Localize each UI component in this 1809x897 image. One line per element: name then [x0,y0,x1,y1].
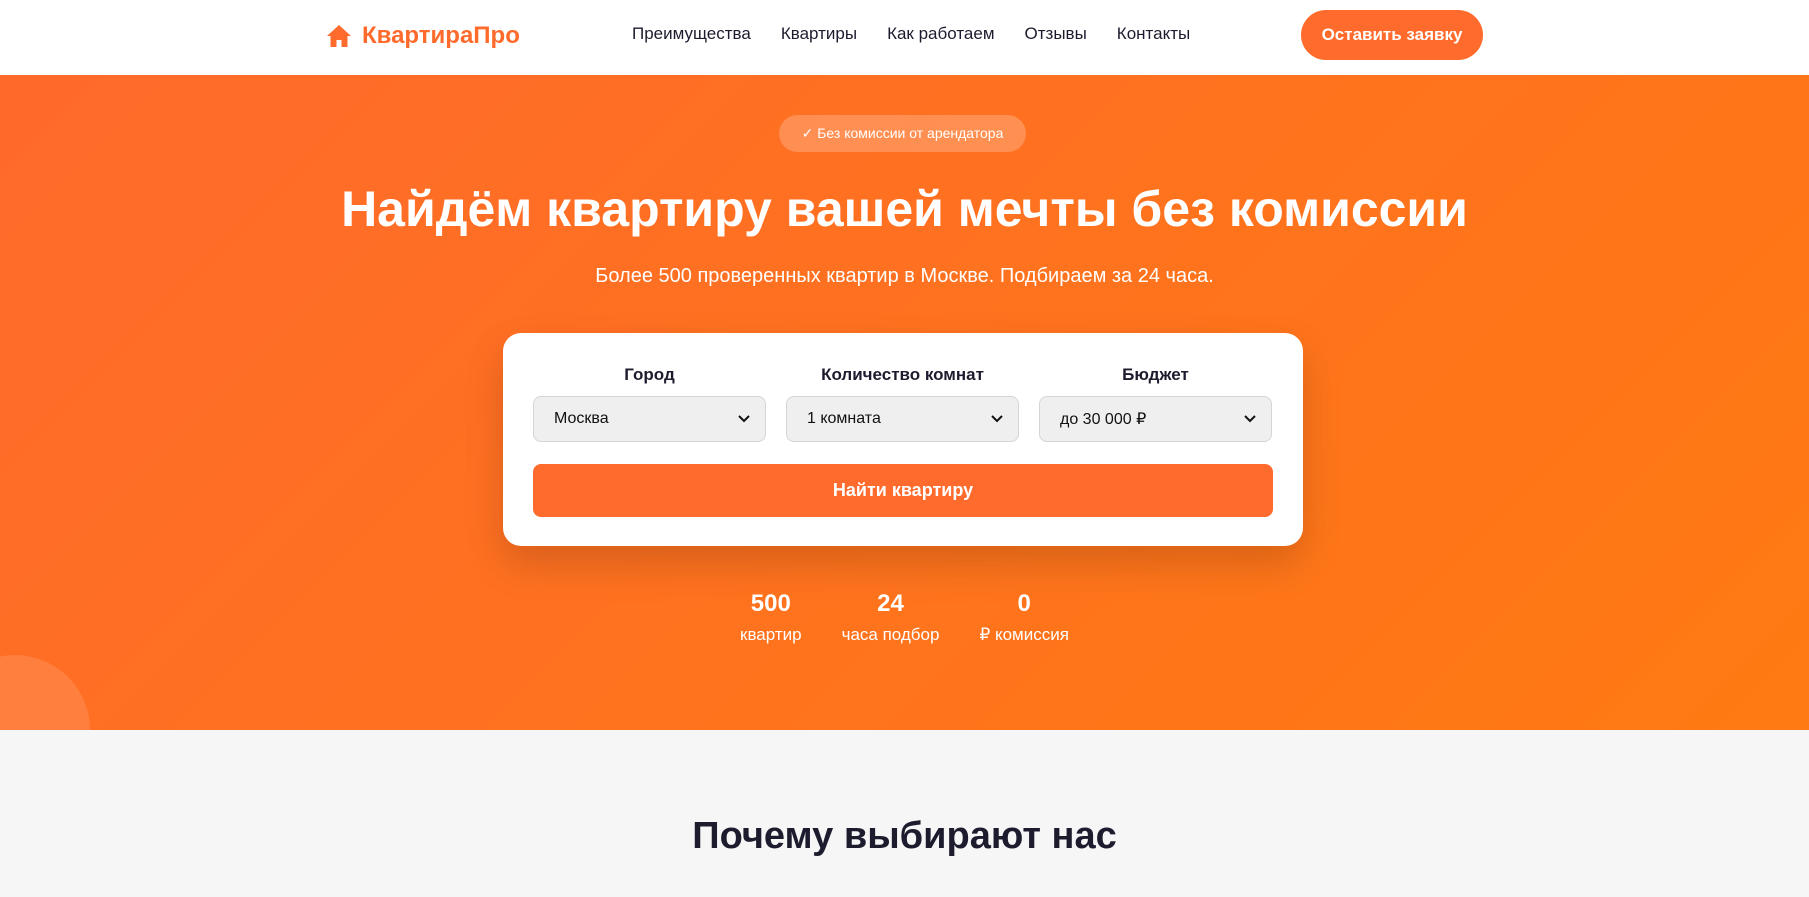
decorative-circle [0,655,90,730]
stats-row: 500 квартир 24 часа подбор 0 ₽ комиссия [0,590,1809,645]
budget-label: Бюджет [1122,365,1189,384]
find-apartment-button[interactable]: Найти квартиру [533,464,1273,517]
stat-value: 500 [750,590,791,617]
stat-label: часа подбор [841,625,940,644]
budget-field: Бюджет до 30 000 ₽ [1039,365,1272,442]
rooms-select-value: 1 комната [807,410,881,427]
rooms-field: Количество комнат 1 комната [786,365,1019,442]
nav-link-contacts[interactable]: Контакты [1117,24,1190,44]
rooms-label: Количество комнат [821,365,984,384]
main-nav: Преимущества Квартиры Как работаем Отзыв… [632,24,1190,44]
stat-hours: 24 часа подбор [842,590,940,645]
leave-request-button[interactable]: Оставить заявку [1301,10,1483,60]
why-us-title: Почему выбирают нас [692,815,1117,857]
city-field: Город Москва [533,365,766,442]
hero-subtitle: Более 500 проверенных квартир в Москве. … [595,265,1214,287]
nav-link-apartments[interactable]: Квартиры [781,24,857,44]
hero-section: ✓ Без комиссии от арендатора Найдём квар… [0,75,1809,730]
stat-value: 0 [1017,590,1031,617]
chevron-down-icon [737,412,751,426]
stat-label: квартир [740,625,802,644]
stat-apartments: 500 квартир [740,590,802,645]
hero-title: Найдём квартиру вашей мечты без комиссии [341,181,1468,237]
logo[interactable]: КвартираПро [326,20,520,52]
city-select[interactable]: Москва [533,396,766,442]
house-icon [326,23,352,49]
nav-link-how-we-work[interactable]: Как работаем [887,24,994,44]
no-commission-badge: ✓ Без комиссии от арендатора [779,115,1026,152]
budget-select-value: до 30 000 ₽ [1060,411,1147,428]
stat-value: 24 [877,590,904,617]
stat-label: ₽ комиссия [979,625,1069,644]
budget-select[interactable]: до 30 000 ₽ [1039,396,1272,442]
search-form: Город Москва Количество комнат 1 комната… [503,333,1303,546]
stat-commission: 0 ₽ комиссия [979,590,1069,645]
logo-text: КвартираПро [362,22,520,49]
rooms-select[interactable]: 1 комната [786,396,1019,442]
city-label: Город [624,365,675,384]
chevron-down-icon [1243,412,1257,426]
nav-link-reviews[interactable]: Отзывы [1025,24,1087,44]
site-header: КвартираПро Преимущества Квартиры Как ра… [0,0,1809,75]
city-select-value: Москва [554,410,609,427]
nav-link-advantages[interactable]: Преимущества [632,24,751,44]
chevron-down-icon [990,412,1004,426]
